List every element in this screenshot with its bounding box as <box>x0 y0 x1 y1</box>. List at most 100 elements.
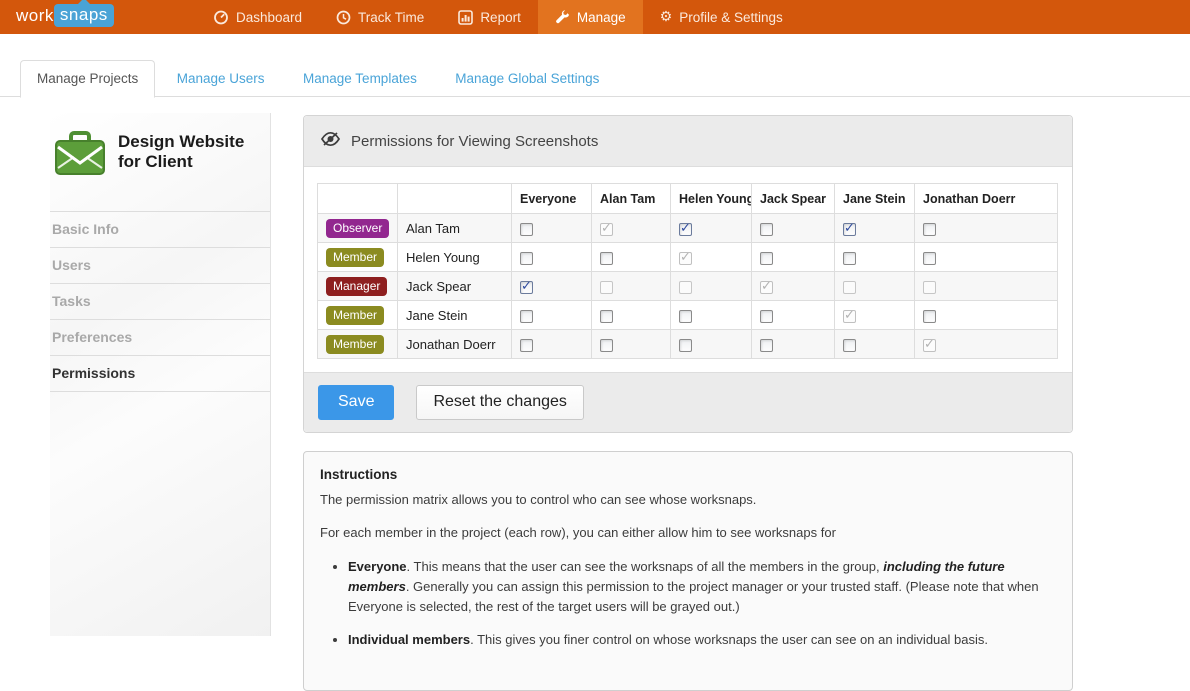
permission-checkbox[interactable] <box>520 281 533 294</box>
matrix-header-user: Jane Stein <box>835 184 915 214</box>
nav-item-dashboard[interactable]: Dashboard <box>196 0 319 34</box>
tab-manage-users[interactable]: Manage Users <box>160 60 282 98</box>
bullet-text: . Generally you can assign this permissi… <box>348 579 1039 614</box>
worksnaps-logo[interactable]: work snaps <box>16 4 114 27</box>
permission-checkbox[interactable] <box>760 310 773 323</box>
permission-checkbox[interactable] <box>600 252 613 265</box>
instructions-paragraph-1: The permission matrix allows you to cont… <box>320 490 1056 510</box>
permission-checkbox <box>679 281 692 294</box>
matrix-row: Manager Jack Spear <box>318 272 1058 301</box>
matrix-row: Observer Alan Tam <box>318 214 1058 243</box>
permission-checkbox[interactable] <box>600 339 613 352</box>
permission-checkbox[interactable] <box>843 223 856 236</box>
nav-item-report[interactable]: Report <box>441 0 538 34</box>
permission-checkbox[interactable] <box>520 310 533 323</box>
sidebar-item-users[interactable]: Users <box>50 248 270 284</box>
role-badge: Manager <box>326 277 387 296</box>
member-name: Jonathan Doerr <box>398 330 512 359</box>
sidebar-item-permissions[interactable]: Permissions <box>50 356 270 392</box>
save-button[interactable]: Save <box>318 385 394 420</box>
matrix-row: Member Jonathan Doerr <box>318 330 1058 359</box>
permission-matrix: Everyone Alan Tam Helen Young Jack Spear… <box>317 183 1058 359</box>
permission-checkbox[interactable] <box>923 252 936 265</box>
project-title: Design Website for Client <box>118 130 266 197</box>
permission-checkbox <box>760 281 773 294</box>
nav-item-label: Report <box>480 10 521 25</box>
permission-checkbox <box>923 339 936 352</box>
sidebar-item-tasks[interactable]: Tasks <box>50 284 270 320</box>
sidebar-item-preferences[interactable]: Preferences <box>50 320 270 356</box>
role-badge: Observer <box>326 219 389 238</box>
logo-text-snaps-label: snaps <box>60 5 108 24</box>
permission-checkbox[interactable] <box>760 223 773 236</box>
permission-checkbox[interactable] <box>843 252 856 265</box>
tab-manage-global-settings[interactable]: Manage Global Settings <box>438 60 616 98</box>
member-name: Alan Tam <box>398 214 512 243</box>
tab-manage-templates[interactable]: Manage Templates <box>286 60 434 98</box>
permission-checkbox[interactable] <box>760 252 773 265</box>
member-name: Jack Spear <box>398 272 512 301</box>
matrix-header-user: Jonathan Doerr <box>915 184 1058 214</box>
instructions-bullet-individual-members: Individual members. This gives you finer… <box>348 630 1056 650</box>
permission-checkbox[interactable] <box>520 339 533 352</box>
member-name: Jane Stein <box>398 301 512 330</box>
matrix-header-user: Alan Tam <box>592 184 671 214</box>
permission-checkbox[interactable] <box>760 339 773 352</box>
panel-header: Permissions for Viewing Screenshots <box>304 116 1072 167</box>
permission-checkbox[interactable] <box>923 223 936 236</box>
main-nav: Dashboard Track Time Report Manage ⚙ Pro… <box>196 0 800 34</box>
tab-manage-projects[interactable]: Manage Projects <box>20 60 155 98</box>
nav-item-manage[interactable]: Manage <box>538 0 643 34</box>
instructions-list: Everyone. This means that the user can s… <box>348 557 1056 650</box>
nav-item-label: Manage <box>577 10 626 25</box>
nav-item-profile-settings[interactable]: ⚙ Profile & Settings <box>643 0 800 34</box>
permission-checkbox <box>843 310 856 323</box>
instructions-bullet-everyone: Everyone. This means that the user can s… <box>348 557 1056 616</box>
wrench-icon <box>555 10 570 25</box>
nav-item-label: Dashboard <box>236 10 302 25</box>
bullet-term: Individual members <box>348 632 470 647</box>
project-sidebar: Design Website for Client Basic Info Use… <box>50 113 271 636</box>
permission-checkbox <box>600 223 613 236</box>
permission-checkbox[interactable] <box>679 339 692 352</box>
eye-slash-icon <box>320 131 341 151</box>
nav-item-label: Track Time <box>358 10 424 25</box>
instructions-paragraph-2: For each member in the project (each row… <box>320 523 1056 543</box>
permission-checkbox[interactable] <box>679 310 692 323</box>
permission-checkbox <box>843 281 856 294</box>
role-badge: Member <box>326 306 384 325</box>
matrix-header-empty <box>318 184 398 214</box>
nav-item-track-time[interactable]: Track Time <box>319 0 441 34</box>
sidebar-item-basic-info[interactable]: Basic Info <box>50 212 270 248</box>
top-navbar: work snaps Dashboard Track Time Report <box>0 0 1190 34</box>
instructions-title: Instructions <box>320 465 1056 486</box>
nav-item-label: Profile & Settings <box>679 10 783 25</box>
permission-checkbox[interactable] <box>520 252 533 265</box>
permissions-panel: Permissions for Viewing Screenshots Ever… <box>303 115 1073 433</box>
permission-checkbox[interactable] <box>520 223 533 236</box>
permission-checkbox[interactable] <box>843 339 856 352</box>
reset-changes-button[interactable]: Reset the changes <box>416 385 583 420</box>
logo-bubble-tail <box>78 0 90 4</box>
instructions-panel: Instructions The permission matrix allow… <box>303 451 1073 691</box>
panel-title: Permissions for Viewing Screenshots <box>351 133 598 150</box>
logo-text-work: work <box>16 6 54 26</box>
role-badge: Member <box>326 248 384 267</box>
dashboard-icon <box>213 9 229 25</box>
permission-checkbox <box>679 252 692 265</box>
bullet-term: Everyone <box>348 559 407 574</box>
role-badge: Member <box>326 335 384 354</box>
panel-body: Everyone Alan Tam Helen Young Jack Spear… <box>304 167 1072 372</box>
report-chart-icon <box>458 10 473 25</box>
briefcase-icon <box>54 130 106 197</box>
permission-checkbox[interactable] <box>923 310 936 323</box>
clock-icon <box>336 10 351 25</box>
project-header: Design Website for Client <box>50 113 270 212</box>
matrix-row: Member Helen Young <box>318 243 1058 272</box>
permission-checkbox <box>600 281 613 294</box>
matrix-row: Member Jane Stein <box>318 301 1058 330</box>
matrix-header-user: Jack Spear <box>752 184 835 214</box>
bullet-text: . This gives you finer control on whose … <box>470 632 988 647</box>
permission-checkbox[interactable] <box>679 223 692 236</box>
permission-checkbox[interactable] <box>600 310 613 323</box>
